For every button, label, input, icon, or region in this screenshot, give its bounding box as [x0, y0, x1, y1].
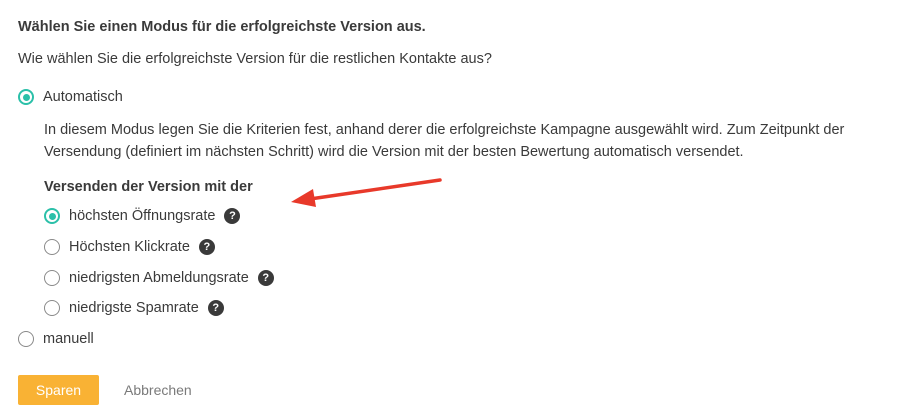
radio-click-rate[interactable]	[44, 239, 60, 255]
section-heading: Wählen Sie einen Modus für die erfolgrei…	[18, 19, 426, 35]
radio-open-rate-label: höchsten Öffnungsrate	[69, 208, 216, 224]
question-circle-icon[interactable]: ?	[207, 300, 224, 316]
criteria-heading: Versenden der Version mit der	[44, 179, 253, 195]
automatic-mode-description: In diesem Modus legen Sie die Kriterien …	[44, 122, 845, 160]
radio-click-rate-label: Höchsten Klickrate	[69, 239, 190, 255]
question-circle-icon[interactable]: ?	[224, 208, 241, 224]
radio-option-automatic[interactable]: Automatisch	[18, 89, 123, 105]
section-question: Wie wählen Sie die erfolgreichste Versio…	[18, 51, 492, 67]
radio-option-open-rate[interactable]: höchsten Öffnungsrate ?	[44, 208, 241, 224]
radio-automatic[interactable]	[18, 89, 34, 105]
radio-spam-rate[interactable]	[44, 300, 60, 316]
question-circle-icon[interactable]: ?	[198, 239, 215, 255]
radio-spam-rate-label: niedrigste Spamrate	[69, 300, 199, 316]
radio-manual-label: manuell	[43, 331, 94, 347]
radio-option-spam-rate[interactable]: niedrigste Spamrate ?	[44, 300, 224, 316]
radio-option-click-rate[interactable]: Höchsten Klickrate ?	[44, 239, 215, 255]
radio-unsubscribe-rate[interactable]	[44, 270, 60, 286]
radio-manual[interactable]	[18, 331, 34, 347]
question-circle-icon[interactable]: ?	[257, 270, 274, 286]
save-button[interactable]: Sparen	[18, 375, 99, 405]
radio-option-manual[interactable]: manuell	[18, 331, 94, 347]
radio-automatic-label: Automatisch	[43, 89, 123, 105]
cancel-button[interactable]: Abbrechen	[114, 375, 202, 405]
radio-open-rate[interactable]	[44, 208, 60, 224]
radio-unsubscribe-rate-label: niedrigsten Abmeldungsrate	[69, 270, 249, 286]
radio-option-unsubscribe-rate[interactable]: niedrigsten Abmeldungsrate ?	[44, 270, 274, 286]
